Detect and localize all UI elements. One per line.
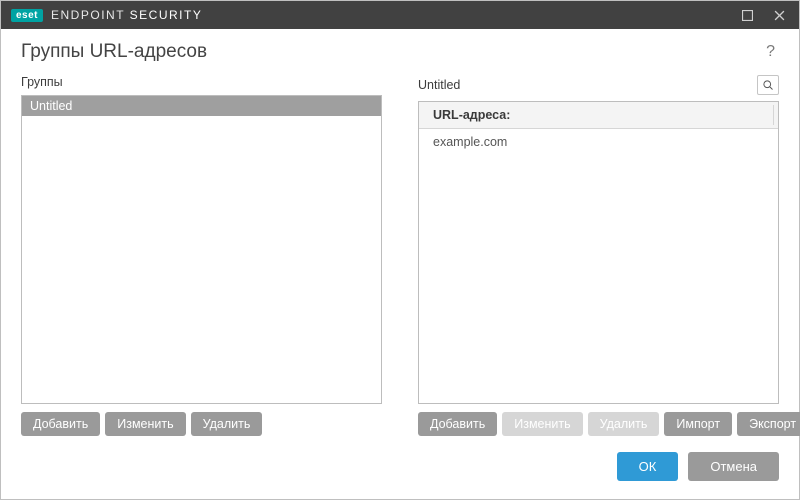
urls-button-row: Добавить Изменить Удалить Импорт Экспорт <box>418 412 779 436</box>
search-icon <box>762 79 774 91</box>
list-item[interactable]: Untitled <box>22 96 381 116</box>
urls-import-button[interactable]: Импорт <box>664 412 732 436</box>
close-icon <box>774 10 785 21</box>
maximize-button[interactable] <box>733 5 761 25</box>
groups-edit-button[interactable]: Изменить <box>105 412 185 436</box>
brand-badge: eset <box>11 9 43 22</box>
brand-product-a: ENDPOINT <box>51 8 125 22</box>
titlebar: eset ENDPOINT SECURITY <box>1 1 799 29</box>
table-row[interactable]: example.com <box>419 129 778 155</box>
brand-product-b: SECURITY <box>130 8 203 22</box>
close-button[interactable] <box>765 5 793 25</box>
groups-listbox[interactable]: Untitled <box>21 95 382 404</box>
urls-column-header[interactable]: URL-адреса: <box>419 102 778 129</box>
window-controls <box>733 5 793 25</box>
urls-label: Untitled <box>418 78 460 92</box>
cancel-button[interactable]: Отмена <box>688 452 779 481</box>
search-button[interactable] <box>757 75 779 95</box>
urls-export-button[interactable]: Экспорт <box>737 412 800 436</box>
groups-delete-button[interactable]: Удалить <box>191 412 263 436</box>
urls-body: example.com <box>419 129 778 403</box>
app-window: eset ENDPOINT SECURITY Группы URL-адресо… <box>0 0 800 500</box>
help-button[interactable]: ? <box>762 41 779 63</box>
content-area: Группы Untitled Добавить Изменить Удалит… <box>1 71 799 436</box>
urls-add-button[interactable]: Добавить <box>418 412 497 436</box>
ok-button[interactable]: ОК <box>617 452 679 481</box>
urls-pane-header: Untitled <box>418 75 779 95</box>
maximize-icon <box>742 10 753 21</box>
groups-label: Группы <box>21 75 382 89</box>
urls-edit-button[interactable]: Изменить <box>502 412 582 436</box>
page-header: Группы URL-адресов ? <box>1 29 799 71</box>
urls-pane: Untitled URL-адреса: example.com Добавит… <box>418 75 779 436</box>
groups-pane: Группы Untitled Добавить Изменить Удалит… <box>21 75 382 436</box>
urls-table[interactable]: URL-адреса: example.com <box>418 101 779 404</box>
groups-button-row: Добавить Изменить Удалить <box>21 412 382 436</box>
brand-text: ENDPOINT SECURITY <box>51 8 202 22</box>
groups-add-button[interactable]: Добавить <box>21 412 100 436</box>
urls-delete-button[interactable]: Удалить <box>588 412 660 436</box>
page-title: Группы URL-адресов <box>21 41 207 63</box>
dialog-footer: ОК Отмена <box>1 436 799 499</box>
